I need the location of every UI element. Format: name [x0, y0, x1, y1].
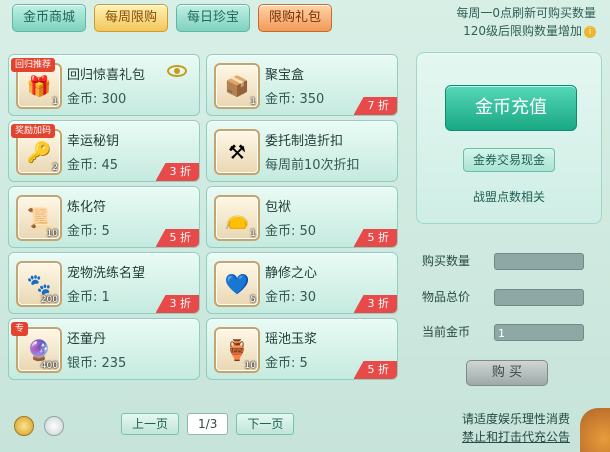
item-price: 银币: 235 — [67, 356, 127, 371]
tab-daily-treasure[interactable]: 每日珍宝 — [176, 4, 251, 32]
item-quantity: 10 — [244, 361, 256, 371]
item-ribbon-badge: 奖励加码 — [11, 124, 56, 138]
notice-line-1: 每周一0点刷新可购买数量 — [456, 6, 596, 20]
pager: 上一页 1/3 下一页 — [121, 413, 295, 435]
item-card[interactable]: 🔑 2 奖励加码 幸运秘钥 金币: 45 3 折 — [8, 120, 200, 182]
refresh-notice: 每周一0点刷新可购买数量 120级后限购数量增加 i — [406, 4, 596, 40]
item-name: 瑶池玉浆 — [265, 332, 318, 347]
item-name: 包袱 — [265, 200, 292, 215]
item-name: 聚宝盒 — [265, 68, 305, 83]
item-price: 金币: 5 — [67, 224, 110, 239]
item-card[interactable]: 🐾 200 宠物洗练名望 金币: 1 3 折 — [8, 252, 200, 314]
corner-mascot-icon[interactable] — [580, 408, 610, 452]
item-ribbon-badge: 专 — [11, 322, 29, 336]
item-card[interactable]: 💙 5 静修之心金币: 30 3 折 — [206, 252, 398, 314]
item-card[interactable]: 🎁 1 回归推荐 回归惊喜礼包 金币: 300 — [8, 54, 200, 116]
item-card[interactable]: 👝 1 包袱金币: 50 5 折 — [206, 186, 398, 248]
item-card[interactable]: 🏺 10 瑶池玉浆金币: 5 5 折 — [206, 318, 398, 380]
item-quantity: 5 — [250, 295, 256, 305]
footer-notice: 请适度娱乐理性消费 禁止和打击代充公告 — [462, 410, 570, 446]
anvil-icon: ⚒ — [228, 140, 246, 164]
item-card[interactable]: 📜 10 炼化符金币: 5 5 折 — [8, 186, 200, 248]
voucher-exchange-button[interactable]: 金券交易现金 — [463, 148, 555, 172]
item-quantity: 10 — [46, 229, 58, 239]
next-page-button[interactable]: 下一页 — [236, 413, 295, 435]
buy-button[interactable]: 购 买 — [466, 360, 548, 386]
discount-badge: 3 折 — [155, 295, 199, 313]
item-card[interactable]: ⚒ 委托制造折扣每周前10次折扣 — [206, 120, 398, 182]
item-quantity: 1 — [250, 97, 256, 107]
item-quantity: 1 — [52, 97, 58, 107]
item-ribbon-badge: 回归推荐 — [11, 58, 56, 72]
discount-badge: 5 折 — [353, 229, 397, 247]
item-quantity: 400 — [40, 361, 58, 371]
item-thumbnail[interactable]: 📜 10 — [16, 195, 62, 241]
item-thumbnail[interactable]: ⚒ — [214, 129, 260, 175]
notice-line-2-text: 120级后限购数量增加 — [463, 24, 582, 38]
prev-page-button[interactable]: 上一页 — [121, 413, 180, 435]
item-thumbnail[interactable]: 👝 1 — [214, 195, 260, 241]
tab-gold-mall[interactable]: 金币商城 — [12, 4, 87, 32]
current-gold-field: 1 — [494, 324, 584, 341]
current-gold-label: 当前金币 — [422, 325, 471, 339]
item-price: 金币: 300 — [67, 92, 127, 107]
item-name: 还童丹 — [67, 332, 107, 347]
item-price: 金币: 350 — [265, 92, 325, 107]
purchase-qty-field[interactable] — [494, 253, 584, 270]
item-quantity: 2 — [52, 163, 58, 173]
gold-topup-button[interactable]: 金币充值 — [445, 85, 577, 131]
item-name: 委托制造折扣 — [265, 134, 344, 149]
tab-weekly-limited[interactable]: 每周限购 — [94, 4, 169, 32]
item-grid: 🎁 1 回归推荐 回归惊喜礼包 金币: 300 📦 1 聚宝盒 金币: 350 7 折 🔑 2 奖励加码… — [8, 54, 398, 380]
gold-coin-icon[interactable] — [14, 416, 34, 436]
item-card[interactable]: 📦 1 聚宝盒金币: 350 7 折 — [206, 54, 398, 116]
item-price: 金币: 50 — [265, 224, 317, 239]
item-name: 炼化符 — [67, 200, 107, 215]
item-name: 静修之心 — [265, 266, 318, 281]
shop-tabs: 金币商城 每周限购 每日珍宝 限购礼包 — [12, 4, 333, 32]
item-card[interactable]: 🔮 400 专还童丹 银币: 235 — [8, 318, 200, 380]
info-icon[interactable]: i — [584, 25, 596, 38]
responsible-play-text: 请适度娱乐理性消费 — [461, 412, 570, 426]
discount-badge: 3 折 — [155, 163, 199, 181]
alliance-points-link[interactable]: 战盟点数相关 — [417, 188, 601, 205]
notice-line-2: 120级后限购数量增加 i — [406, 22, 596, 40]
item-thumbnail[interactable]: 💙 5 — [214, 261, 260, 307]
purchase-qty-label: 购买数量 — [422, 254, 471, 268]
item-name: 幸运秘钥 — [67, 134, 120, 149]
recharge-panel: 金币充值 金券交易现金 战盟点数相关 — [416, 52, 602, 224]
total-price-field — [494, 289, 584, 306]
tab-limited-gift-pack[interactable]: 限购礼包 — [258, 4, 333, 32]
item-thumbnail[interactable]: 🏺 10 — [214, 327, 260, 373]
eye-icon[interactable] — [167, 65, 187, 77]
discount-badge: 7 折 — [353, 97, 397, 115]
item-price: 每周前10次折扣 — [265, 158, 360, 173]
item-price: 金币: 45 — [67, 158, 119, 173]
discount-badge: 5 折 — [353, 361, 397, 379]
item-thumbnail[interactable]: 📦 1 — [214, 63, 260, 109]
shop-window: 金币商城 每周限购 每日珍宝 限购礼包 每周一0点刷新可购买数量 120级后限购… — [0, 0, 610, 452]
footer-bar: 上一页 1/3 下一页 请适度娱乐理性消费 禁止和打击代充公告 — [0, 408, 610, 452]
anti-recharge-notice-link[interactable]: 禁止和打击代充公告 — [462, 430, 570, 444]
item-price: 金币: 1 — [67, 290, 110, 305]
item-quantity: 1 — [250, 229, 256, 239]
page-indicator: 1/3 — [187, 413, 229, 435]
silver-coin-icon[interactable] — [44, 416, 64, 436]
item-quantity: 200 — [40, 295, 58, 305]
discount-badge: 5 折 — [155, 229, 199, 247]
total-price-label: 物品总价 — [422, 290, 471, 304]
item-thumbnail[interactable]: 🐾 200 — [16, 261, 62, 307]
item-name: 回归惊喜礼包 — [67, 68, 146, 83]
item-price: 金币: 5 — [265, 356, 308, 371]
item-price: 金币: 30 — [265, 290, 317, 305]
discount-badge: 3 折 — [353, 295, 397, 313]
item-name: 宠物洗练名望 — [67, 266, 146, 281]
